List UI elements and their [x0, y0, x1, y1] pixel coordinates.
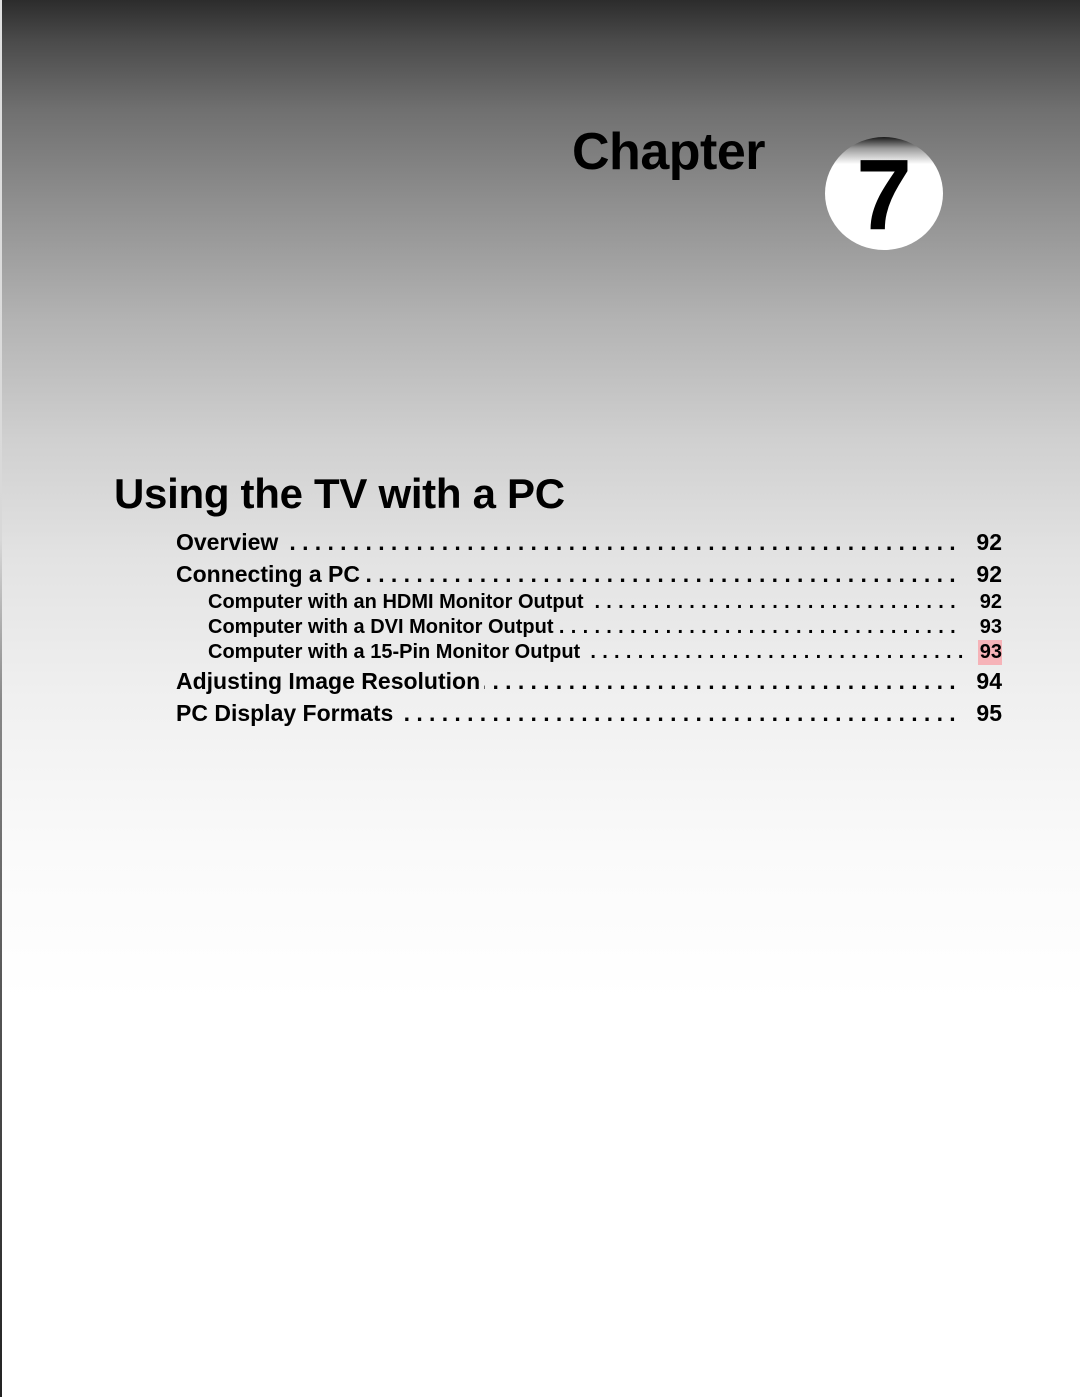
toc-page-number: 94 [976, 668, 1002, 694]
toc-entry-dvi-output[interactable]: Computer with a DVI Monitor Output .....… [176, 615, 1002, 640]
toc-entry-label: Adjusting Image Resolution [176, 668, 481, 694]
toc-entry-hdmi-output[interactable]: Computer with an HDMI Monitor Output ...… [176, 590, 1002, 615]
toc-leader-dots: ........................................… [584, 641, 970, 663]
toc-page-number: 93 [979, 616, 1002, 638]
chapter-label: Chapter [572, 123, 765, 181]
toc-leader-dots: ........................................… [587, 591, 962, 613]
toc-entry-label: PC Display Formats [176, 700, 394, 726]
page-title: Using the TV with a PC [114, 470, 565, 517]
toc-entry-label: Computer with an HDMI Monitor Output [208, 591, 584, 613]
toc-leader-dots: ........................................… [557, 616, 962, 638]
table-of-contents: Overview ...............................… [176, 526, 1002, 729]
toc-page-number: 92 [979, 591, 1002, 613]
toc-entry-adjusting-image-resolution[interactable]: Adjusting Image Resolution .............… [176, 665, 1002, 697]
chapter-number-badge: 7 [825, 137, 943, 250]
toc-entry-label: Connecting a PC [176, 561, 361, 587]
toc-entry-connecting-a-pc[interactable]: Connecting a PC ........................… [176, 558, 1002, 590]
toc-page-number-highlighted: 93 [977, 640, 1002, 665]
toc-entry-label: Computer with a DVI Monitor Output [208, 616, 554, 638]
toc-page-number: 92 [976, 561, 1002, 587]
toc-page-number: 92 [976, 529, 1002, 555]
toc-leader-dots: ........................................… [282, 529, 962, 555]
chapter-number: 7 [856, 138, 912, 251]
page-edge [0, 0, 2, 1397]
toc-entry-label: Computer with a 15-Pin Monitor Output [208, 641, 581, 663]
toc-page-number: 95 [976, 700, 1002, 726]
toc-entry-15-pin-output[interactable]: Computer with a 15-Pin Monitor Output ..… [176, 640, 1002, 665]
toc-entry-overview[interactable]: Overview ...............................… [176, 526, 1002, 558]
toc-entry-label: Overview [176, 529, 279, 555]
toc-leader-dots: ........................................… [364, 561, 962, 587]
toc-leader-dots: ........................................… [397, 700, 962, 726]
toc-entry-pc-display-formats[interactable]: PC Display Formats .....................… [176, 697, 1002, 729]
toc-leader-dots: ........................................… [484, 668, 962, 694]
